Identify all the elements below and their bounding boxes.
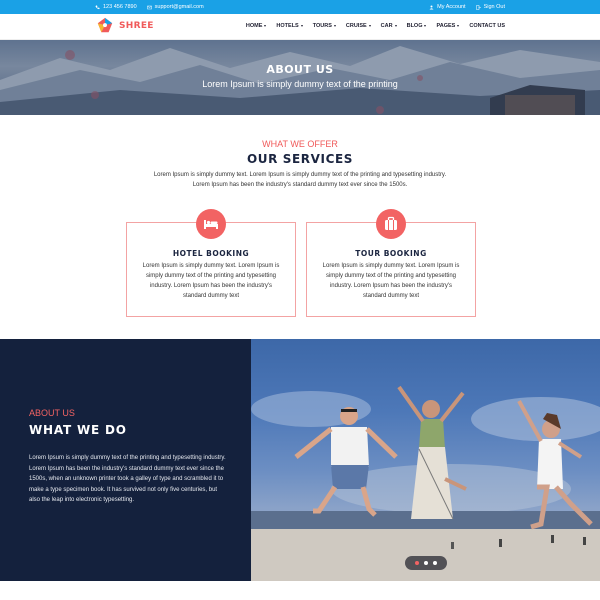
account-links: My Account Sign Out xyxy=(429,4,505,10)
about-kicker: ABOUT US xyxy=(29,408,75,418)
service-icon-circle xyxy=(196,209,226,239)
services-desc-line1: Lorem Ipsum is simply dummy text. Lorem … xyxy=(153,172,447,178)
nav-cruise[interactable]: CRUISE xyxy=(346,23,371,29)
sign-out-link[interactable]: Sign Out xyxy=(475,4,505,10)
service-card-hotel[interactable]: HOTEL BOOKING Lorem Ipsum is simply dumm… xyxy=(126,209,296,317)
chevron-down-icon xyxy=(424,25,427,27)
nav-car[interactable]: CAR xyxy=(381,23,397,29)
about-image-slider[interactable] xyxy=(251,339,600,581)
about-section: ABOUT US WHAT WE DO Lorem Ipsum is simpl… xyxy=(0,339,600,581)
nav-hotels-label: HOTELS xyxy=(276,23,299,29)
chevron-down-icon xyxy=(333,25,336,27)
service-title: TOUR BOOKING xyxy=(355,249,427,258)
nav-contact[interactable]: CONTACT US xyxy=(469,23,505,29)
phone-icon xyxy=(95,5,100,9)
contact-info: 123 456 7890 support@gmail.com xyxy=(95,4,204,10)
service-description: Lorem Ipsum is simply dummy text. Lorem … xyxy=(322,263,460,299)
chevron-down-icon xyxy=(264,25,267,27)
nav-cruise-label: CRUISE xyxy=(345,23,367,29)
nav-pages[interactable]: PAGES xyxy=(436,23,460,29)
slider-dot[interactable] xyxy=(433,561,437,565)
service-description: Lorem Ipsum is simply dummy text. Lorem … xyxy=(142,263,280,299)
services-desc-line2: Lorem Ipsum has been the industry's stan… xyxy=(192,182,408,188)
hero-title: ABOUT US xyxy=(266,63,334,76)
chevron-down-icon xyxy=(368,25,371,27)
my-account-link[interactable]: My Account xyxy=(429,4,466,10)
sign-out-icon xyxy=(475,4,481,10)
logo-icon xyxy=(97,17,113,33)
nav-car-label: CAR xyxy=(380,23,393,29)
about-title: WHAT WE DO xyxy=(29,423,127,437)
about-description: Lorem Ipsum is simply dummy text of the … xyxy=(29,455,226,503)
hero-overlay xyxy=(0,40,600,115)
bed-icon xyxy=(204,220,218,229)
top-bar: 123 456 7890 support@gmail.com My Accoun… xyxy=(0,0,600,14)
slider-pagination xyxy=(405,556,447,570)
nav-home-label: HOME xyxy=(245,23,263,29)
services-title: OUR SERVICES xyxy=(246,152,354,166)
envelope-icon xyxy=(146,5,152,9)
main-header: SHREE HOME HOTELS TOURS CRUISE CAR BLOG … xyxy=(0,14,600,40)
nav-tours[interactable]: TOURS xyxy=(313,23,336,29)
sign-out-label: Sign Out xyxy=(483,4,505,10)
chevron-down-icon xyxy=(394,25,397,27)
user-icon xyxy=(429,5,434,9)
services-description: Lorem Ipsum is simply dummy text. Lorem … xyxy=(140,170,460,190)
hero-subtitle: Lorem Ipsum is simply dummy text of the … xyxy=(202,79,398,89)
nav-pages-label: PAGES xyxy=(436,23,456,29)
nav-hotels[interactable]: HOTELS xyxy=(276,23,303,29)
suitcase-icon xyxy=(385,216,397,230)
email-address: support@gmail.com xyxy=(154,4,204,10)
chevron-down-icon xyxy=(300,25,303,27)
nav-home[interactable]: HOME xyxy=(246,23,267,29)
main-nav: HOME HOTELS TOURS CRUISE CAR BLOG PAGES … xyxy=(246,23,505,29)
logo-text: SHREE xyxy=(119,21,154,31)
services-kicker: WHAT WE OFFER xyxy=(262,139,338,149)
email-contact[interactable]: support@gmail.com xyxy=(146,4,204,10)
nav-blog-label: BLOG xyxy=(406,23,423,29)
phone-number: 123 456 7890 xyxy=(103,4,137,10)
my-account-label: My Account xyxy=(437,4,466,10)
hero-banner: ABOUT US Lorem Ipsum is simply dummy tex… xyxy=(0,40,600,115)
nav-contact-label: CONTACT US xyxy=(469,23,505,29)
nav-blog[interactable]: BLOG xyxy=(407,23,427,29)
about-text-panel: ABOUT US WHAT WE DO Lorem Ipsum is simpl… xyxy=(0,339,251,581)
service-card-tour[interactable]: TOUR BOOKING Lorem Ipsum is simply dummy… xyxy=(306,209,476,317)
beach-photo xyxy=(251,385,600,581)
slider-dot[interactable] xyxy=(415,561,419,565)
service-title: HOTEL BOOKING xyxy=(172,249,250,258)
slider-dot[interactable] xyxy=(424,561,428,565)
chevron-down-icon xyxy=(457,25,460,27)
nav-tours-label: TOURS xyxy=(312,23,332,29)
phone-contact[interactable]: 123 456 7890 xyxy=(95,4,137,10)
site-logo[interactable]: SHREE xyxy=(96,17,154,35)
service-icon-circle xyxy=(376,209,406,239)
